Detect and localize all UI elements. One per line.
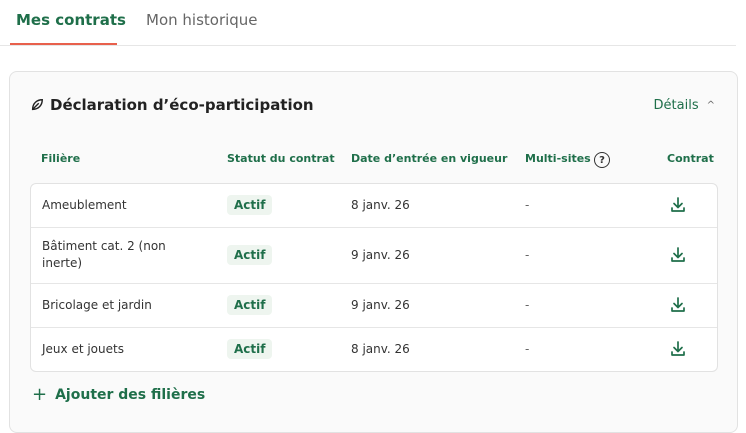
plus-icon: + [32, 384, 48, 405]
table-row: Bâtiment cat. 2 (non inerte) Actif 9 jan… [31, 227, 717, 283]
cell-multi-sites: - [525, 248, 530, 262]
eco-participation-card: Déclaration d’éco-participation Détails … [9, 71, 738, 433]
header-filiere: Filière [41, 152, 81, 165]
card-title-text: Déclaration d’éco-participation [50, 96, 314, 114]
cell-filiere: Ameublement [42, 198, 127, 212]
header-multi-sites: Multi-sites [525, 152, 591, 165]
chevron-up-icon: ^ [706, 100, 715, 111]
tab-mes-contrats[interactable]: Mes contrats [16, 11, 126, 29]
download-icon[interactable] [669, 196, 687, 214]
table-row: Jeux et jouets Actif 8 janv. 26 - [31, 327, 717, 371]
header-date: Date d’entrée en vigueur [351, 152, 508, 165]
table-header: Filière Statut du contrat Date d’entrée … [10, 152, 737, 168]
download-icon[interactable] [669, 246, 687, 264]
cell-date: 8 janv. 26 [351, 342, 410, 356]
cell-filiere: Jeux et jouets [42, 342, 124, 356]
cell-filiere: Bâtiment cat. 2 (non inerte) [42, 239, 166, 270]
header-statut: Statut du contrat [227, 152, 335, 165]
status-badge: Actif [227, 339, 273, 359]
cell-multi-sites: - [525, 342, 530, 356]
add-filieres-button[interactable]: + Ajouter des filières [32, 384, 205, 405]
cell-filiere: Bricolage et jardin [42, 298, 152, 312]
cell-multi-sites: - [525, 298, 530, 312]
download-icon[interactable] [669, 340, 687, 358]
cell-multi-sites: - [525, 198, 530, 212]
add-filieres-label: Ajouter des filières [55, 386, 206, 403]
tabs-bar: Mes contrats Mon historique [0, 0, 736, 46]
active-tab-indicator [10, 43, 117, 45]
contracts-table: Ameublement Actif 8 janv. 26 - Bâtiment … [30, 183, 718, 372]
details-label: Détails [653, 98, 699, 113]
status-badge: Actif [227, 295, 273, 315]
details-toggle[interactable]: Détails ^ [654, 98, 715, 113]
cell-date: 8 janv. 26 [351, 198, 410, 212]
table-row: Bricolage et jardin Actif 9 janv. 26 - [31, 283, 717, 327]
card-title: Déclaration d’éco-participation [30, 96, 314, 114]
status-badge: Actif [227, 195, 273, 215]
cell-date: 9 janv. 26 [351, 298, 410, 312]
status-badge: Actif [227, 245, 273, 265]
header-contrat: Contrat [667, 152, 714, 165]
help-icon[interactable]: ? [594, 152, 610, 168]
table-row: Ameublement Actif 8 janv. 26 - [31, 184, 717, 227]
leaf-icon [31, 99, 43, 111]
cell-date: 9 janv. 26 [351, 248, 410, 262]
download-icon[interactable] [669, 296, 687, 314]
tab-mon-historique[interactable]: Mon historique [146, 11, 258, 29]
